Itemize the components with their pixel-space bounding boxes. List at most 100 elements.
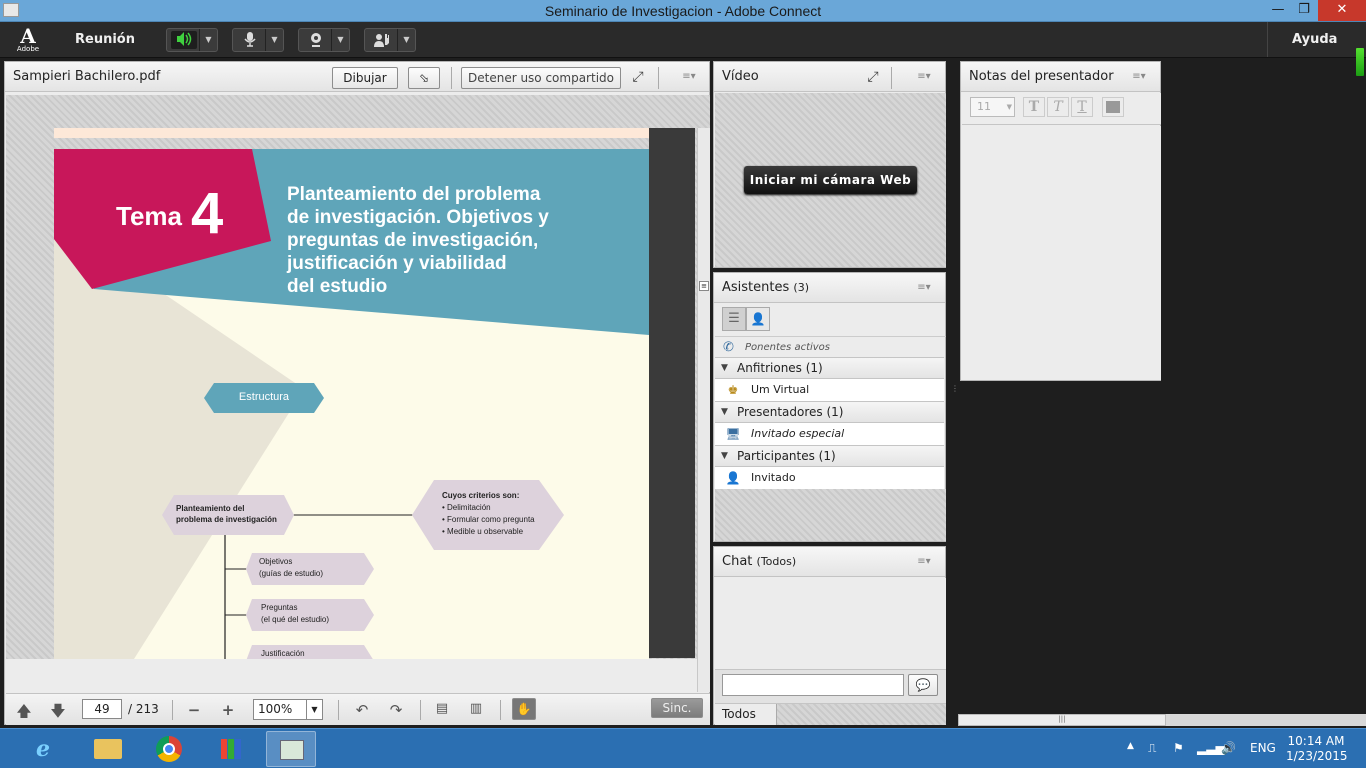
tray-flag-icon[interactable]: ⚑ bbox=[1173, 741, 1184, 755]
notes-pod-title: Notas del presentador bbox=[969, 69, 1114, 84]
chat-tab-all[interactable]: Todos bbox=[715, 704, 777, 725]
two-page-icon[interactable]: ▥ bbox=[466, 701, 486, 716]
role-view-icon[interactable]: 👤 bbox=[746, 307, 770, 331]
rotate-left-icon[interactable]: ↶ bbox=[352, 701, 372, 719]
share-pod-menu-icon[interactable]: ≡▾ bbox=[679, 71, 699, 83]
language-indicator[interactable]: ENG bbox=[1250, 741, 1276, 755]
microphone-dropdown-icon[interactable]: ▼ bbox=[265, 29, 283, 51]
zoom-in-icon[interactable]: + bbox=[218, 701, 238, 719]
list-view-icon[interactable]: ☰ bbox=[722, 307, 746, 331]
pointer-tool-button[interactable]: ⬂ bbox=[408, 67, 440, 89]
send-message-button[interactable]: 💬 bbox=[908, 674, 938, 696]
apps-grid-icon[interactable] bbox=[206, 731, 256, 767]
clock-date: 1/23/2015 bbox=[1286, 749, 1348, 763]
notes-text-area[interactable] bbox=[962, 126, 1161, 380]
bold-icon[interactable]: T bbox=[1023, 97, 1045, 117]
presenters-header-label: Presentadores (1) bbox=[737, 405, 844, 419]
chat-pod-title: Chat (Todos) bbox=[722, 554, 796, 569]
pointer-icon: ⬂ bbox=[418, 71, 430, 85]
meeting-menu[interactable]: Reunión bbox=[75, 32, 135, 47]
participant-attendee-row[interactable]: 👤 Invitado bbox=[715, 467, 944, 489]
zoom-dropdown-icon[interactable]: ▼ bbox=[306, 700, 322, 719]
restore-button[interactable]: ❐ bbox=[1290, 0, 1318, 21]
tray-device-icon[interactable]: ⎍ bbox=[1148, 741, 1156, 756]
bottom-splitter[interactable]: ||| bbox=[958, 714, 1366, 726]
chat-message-input[interactable] bbox=[722, 674, 904, 696]
branch-line: (el qué del estudio) bbox=[261, 615, 330, 624]
adobe-logo: A Adobe bbox=[16, 24, 40, 53]
webcam-control[interactable]: ▼ bbox=[298, 28, 350, 52]
vertical-scrollbar[interactable]: ≡ bbox=[697, 128, 710, 692]
show-hidden-icons[interactable]: ▲ bbox=[1127, 741, 1134, 751]
volume-icon[interactable]: 🔊 bbox=[1221, 741, 1236, 755]
start-webcam-button[interactable]: Iniciar mi cámara Web bbox=[744, 166, 917, 194]
font-size-select[interactable]: 11 ▼ bbox=[970, 97, 1015, 117]
single-page-icon[interactable]: ▤ bbox=[432, 701, 452, 716]
video-pod-menu-icon[interactable]: ≡▾ bbox=[914, 71, 934, 83]
document-page: Tema 4 Planteamiento del problema de inv… bbox=[54, 149, 649, 659]
rotate-right-icon[interactable]: ↷ bbox=[386, 701, 406, 719]
clock[interactable]: 10:14 AM 1/23/2015 bbox=[1286, 734, 1348, 764]
speaker-icon[interactable] bbox=[171, 31, 197, 49]
video-pod-header: Vídeo ⤢ ≡▾ bbox=[714, 62, 945, 92]
notes-pod-menu-icon[interactable]: ≡▾ bbox=[1129, 71, 1149, 83]
panel-splitter-handle[interactable]: ⋮ bbox=[951, 384, 959, 408]
active-speakers-row: ✆ Ponentes activos bbox=[715, 336, 946, 358]
raise-hand-icon[interactable] bbox=[369, 31, 395, 49]
next-page-icon[interactable]: 🡇 bbox=[48, 701, 68, 726]
webcam-icon[interactable] bbox=[303, 31, 329, 49]
video-fullscreen-icon[interactable]: ⤢ bbox=[864, 69, 882, 87]
status-control[interactable]: ▼ bbox=[364, 28, 416, 52]
internet-explorer-icon[interactable]: e bbox=[18, 731, 68, 767]
minimize-button[interactable]: — bbox=[1264, 0, 1292, 21]
file-explorer-icon[interactable] bbox=[82, 731, 132, 767]
previous-page-icon[interactable]: 🡅 bbox=[14, 701, 34, 726]
collapse-arrow-icon: ▼ bbox=[721, 451, 728, 461]
page-number-input[interactable]: 49 bbox=[82, 699, 122, 719]
microphone-icon[interactable] bbox=[237, 31, 263, 49]
splitter-grip[interactable]: ||| bbox=[958, 714, 1166, 726]
chat-tab-filler bbox=[777, 704, 946, 725]
speaker-control[interactable]: ▼ bbox=[166, 28, 218, 52]
draw-button[interactable]: Dibujar bbox=[332, 67, 398, 89]
scroll-thumb[interactable]: ≡ bbox=[699, 281, 709, 291]
video-pod: Vídeo ⤢ ≡▾ Iniciar mi cámara Web bbox=[713, 61, 946, 268]
zoom-select[interactable]: 100% ▼ bbox=[253, 699, 323, 720]
zoom-out-icon[interactable]: − bbox=[184, 701, 204, 719]
help-menu[interactable]: Ayuda bbox=[1292, 32, 1337, 47]
speaker-dropdown-icon[interactable]: ▼ bbox=[199, 29, 217, 51]
text-color-icon[interactable] bbox=[1102, 97, 1124, 117]
close-button[interactable]: ✕ bbox=[1318, 0, 1366, 21]
objectives-box: Objetivos (guías de estudio) bbox=[259, 556, 323, 580]
collapse-arrow-icon: ▼ bbox=[721, 407, 728, 417]
chat-pod-menu-icon[interactable]: ≡▾ bbox=[914, 556, 934, 568]
host-attendee-row[interactable]: ♚ Um Virtual bbox=[715, 379, 944, 401]
notes-format-toolbar: 11 ▼ T T T bbox=[962, 93, 1161, 125]
chrome-icon[interactable] bbox=[144, 731, 194, 767]
participants-section-header[interactable]: ▼ Participantes (1) bbox=[715, 445, 944, 467]
structure-label: Estructura bbox=[238, 391, 290, 403]
hosts-header-label: Anfitriones (1) bbox=[737, 361, 823, 375]
hand-tool-icon[interactable]: ✋ bbox=[512, 698, 536, 720]
participants-header-label: Participantes (1) bbox=[737, 449, 836, 463]
attendees-empty-area bbox=[715, 489, 946, 541]
status-dropdown-icon[interactable]: ▼ bbox=[397, 29, 415, 51]
hosts-section-header[interactable]: ▼ Anfitriones (1) bbox=[715, 357, 944, 379]
presenter-attendee-row[interactable]: 🖥 Invitado especial bbox=[715, 423, 944, 445]
collapse-arrow-icon: ▼ bbox=[721, 363, 728, 373]
speech-bubble-icon: 💬 bbox=[915, 678, 931, 692]
document-viewport[interactable]: Tema 4 Planteamiento del problema de inv… bbox=[6, 95, 710, 692]
windows-taskbar: e ▲ ⎍ ⚑ ▂▃▅ 🔊 ENG 10:14 AM 1/23/2015 bbox=[0, 728, 1366, 768]
attendees-pod-menu-icon[interactable]: ≡▾ bbox=[914, 282, 934, 294]
microphone-control[interactable]: ▼ bbox=[232, 28, 284, 52]
heading-line: preguntas de investigación, bbox=[287, 230, 539, 251]
sync-button[interactable]: Sinc. bbox=[651, 698, 703, 718]
heading-line: del estudio bbox=[287, 276, 388, 297]
fullscreen-icon[interactable]: ⤢ bbox=[629, 69, 647, 87]
italic-icon[interactable]: T bbox=[1047, 97, 1069, 117]
adobe-connect-taskbar-icon[interactable] bbox=[266, 731, 316, 767]
webcam-dropdown-icon[interactable]: ▼ bbox=[331, 29, 349, 51]
stop-sharing-button[interactable]: Detener uso compartido bbox=[461, 67, 621, 89]
presenters-section-header[interactable]: ▼ Presentadores (1) bbox=[715, 401, 944, 423]
underline-icon[interactable]: T bbox=[1071, 97, 1093, 117]
